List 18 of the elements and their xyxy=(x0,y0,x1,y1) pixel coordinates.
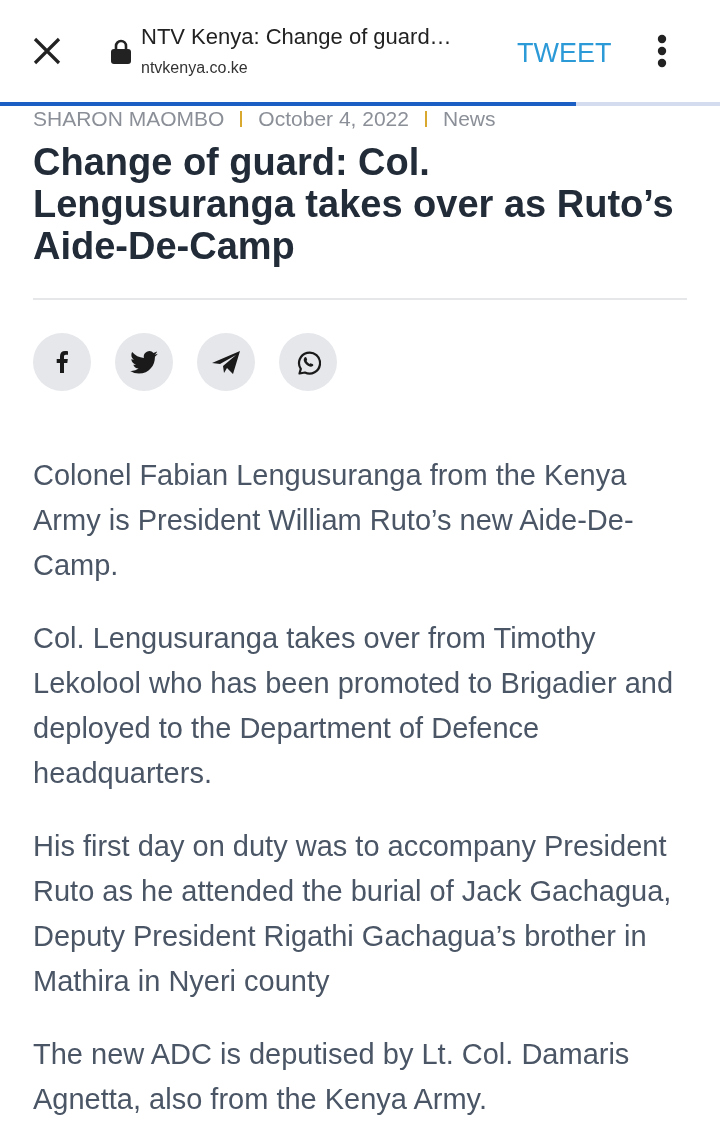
page-url: ntvkenya.co.ke xyxy=(141,58,249,78)
article-title: Change of guard: Col. Lengusuranga takes over as Ruto’s Aide-De-Camp xyxy=(33,141,675,267)
article-paragraph: Col. Lengusuranga takes over from Timothy Lekolool who has been promoted to Brigadier and deployed to the Department of Defence headquarters. xyxy=(33,621,675,791)
article-paragraph: Colonel Fabian Lengusuranga from the Kenya Army is President William Ruto’s new Aide-De-Camp. xyxy=(33,458,635,583)
category-link[interactable]: News xyxy=(442,108,496,130)
article-paragraph: His first day on duty was to accompany President Ruto as he attended the burial of Jack Gachagua, Deputy President Rigathi Gachagua’s brother in Mathira in Nyeri county xyxy=(33,829,673,999)
close-icon xyxy=(33,37,61,65)
lock-icon xyxy=(111,38,131,64)
phone-bubble-icon xyxy=(295,349,321,375)
tweet-button[interactable]: TWEET xyxy=(517,36,612,70)
paper-plane-icon xyxy=(212,350,240,374)
publish-date: October 4, 2022 xyxy=(258,108,409,130)
facebook-icon xyxy=(56,351,68,373)
article-paragraph: The new ADC is deputised by Lt. Col. Damaris Agnetta, also from the Kenya Army. xyxy=(33,1037,631,1117)
page-title: NTV Kenya: Change of guard… xyxy=(141,23,453,51)
more-vertical-icon xyxy=(656,34,667,68)
author-name: SHARON MAOMBO xyxy=(33,108,225,130)
bird-icon xyxy=(130,350,158,374)
